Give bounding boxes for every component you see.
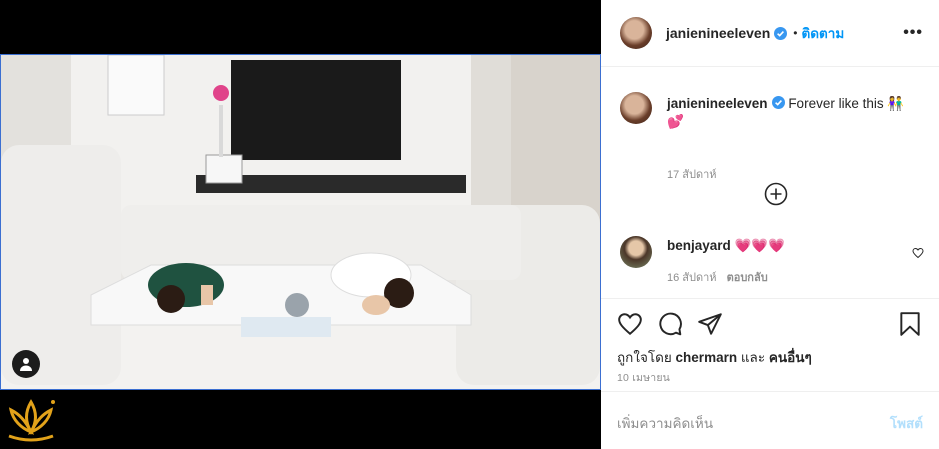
likes-prefix: ถูกใจโดย — [617, 350, 672, 365]
comment-text: benjayard 💗💗💗 — [667, 238, 785, 254]
comment-avatar[interactable] — [620, 236, 652, 268]
post-date: 10 เมษายน — [617, 372, 671, 384]
caption-username[interactable]: janienineeleven — [667, 96, 768, 111]
bookmark-icon[interactable] — [897, 311, 923, 337]
add-comment-bar: เพิ่มความคิดเห็น โพสต์ — [601, 391, 939, 449]
reply-button[interactable]: ตอบกลับ — [727, 272, 768, 284]
video-scene — [1, 55, 600, 389]
share-icon[interactable] — [697, 311, 723, 337]
verified-icon — [774, 26, 788, 40]
heart-icon[interactable] — [617, 311, 643, 337]
post-media[interactable] — [0, 0, 601, 449]
verified-icon — [771, 96, 785, 109]
caption-timestamp: 17 สัปดาห์ — [667, 169, 717, 181]
caption-text: janienineeleven Forever like this 👫💕 — [667, 95, 917, 131]
caption-avatar[interactable] — [620, 92, 652, 124]
username-link[interactable]: janienineeleven — [666, 25, 770, 41]
video-frame[interactable] — [0, 54, 601, 390]
user-tag-icon — [20, 358, 32, 371]
likes-summary: ถูกใจโดย chermarn และ คนอื่นๆ — [617, 346, 812, 368]
post-sidebar: janienineeleven • ติดตาม ••• janienineel… — [601, 0, 939, 449]
separator-dot: • — [793, 26, 798, 40]
add-circle-icon[interactable] — [764, 182, 788, 206]
comment-timestamp: 16 สัปดาห์ — [667, 272, 717, 284]
user-tag-button[interactable] — [12, 350, 40, 378]
comments-section: janienineeleven Forever like this 👫💕 17 … — [601, 68, 939, 298]
comment-icon[interactable] — [657, 311, 683, 337]
post-comment-button[interactable]: โพสต์ — [890, 412, 923, 434]
comment-username[interactable]: benjayard — [667, 238, 731, 253]
comment-like-icon[interactable] — [912, 247, 924, 259]
comment-input[interactable]: เพิ่มความคิดเห็น — [617, 412, 713, 434]
follow-button[interactable]: ติดตาม — [801, 22, 844, 44]
likes-and: และ — [740, 350, 766, 365]
post-header: janienineeleven • ติดตาม ••• — [601, 0, 939, 67]
action-icons — [617, 311, 923, 337]
avatar[interactable] — [620, 17, 652, 49]
comment-body: 💗💗💗 — [734, 238, 785, 253]
post-actions: ถูกใจโดย chermarn และ คนอื่นๆ 10 เมษายน — [601, 298, 939, 391]
likes-others-link[interactable]: คนอื่นๆ — [769, 350, 812, 365]
logo-icon — [8, 399, 55, 442]
comment-meta: 16 สัปดาห์ ตอบกลับ — [667, 268, 768, 286]
more-icon[interactable]: ••• — [903, 24, 923, 42]
likes-user-link[interactable]: chermarn — [676, 350, 738, 365]
